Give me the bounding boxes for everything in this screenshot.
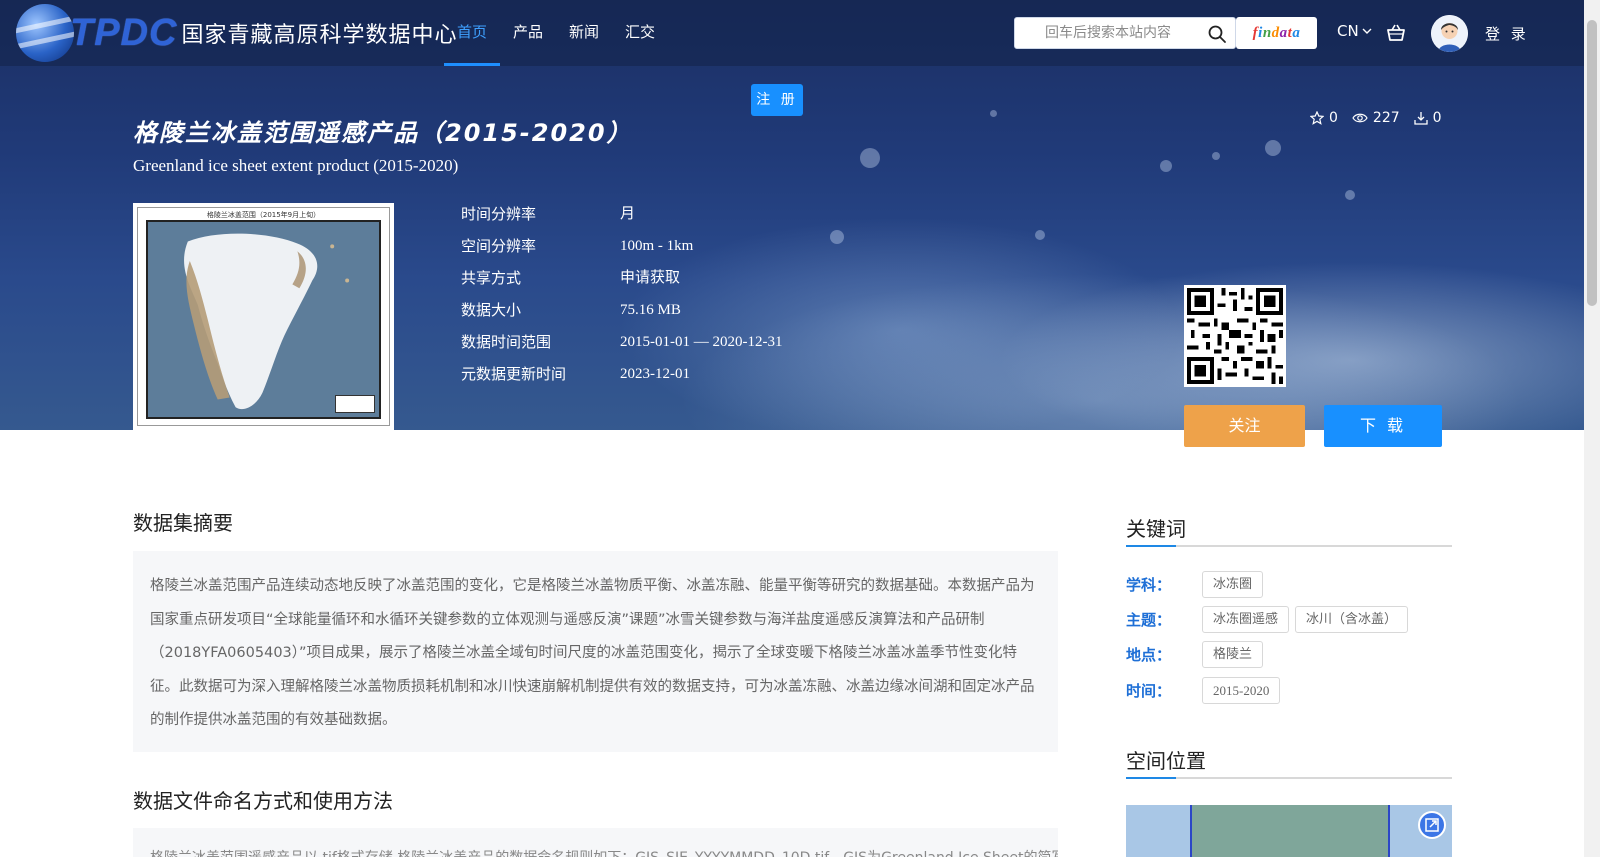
keyword-group-time: 时间： 2015-2020 [1126,677,1286,704]
meta-row: 数据大小 75.16 MB [461,299,782,331]
meta-value: 75.16 MB [620,302,681,318]
keyword-group-label: 时间： [1126,682,1172,700]
abstract-heading: 数据集摘要 [133,511,233,535]
language-label: CN [1337,22,1359,40]
chevron-down-icon [1362,28,1372,34]
qr-code-icon [1187,288,1283,384]
greenland-map-image [146,220,381,419]
logo-site-name: 国家青藏高原科学数据中心 [181,23,458,48]
meta-row: 数据时间范围 2015-01-01 — 2020-12-31 [461,331,782,363]
download-button[interactable]: 下 载 [1324,405,1442,447]
meta-label: 空间分辨率 [461,237,537,255]
keyword-group-place: 地点： 格陵兰 [1126,641,1269,668]
dataset-title-en: Greenland ice sheet extent product (2015… [133,156,459,175]
main-nav: 首页 产品 新闻 汇交 [444,0,668,66]
dataset-title-cn: 格陵兰冰盖范围遥感产品（2015-2020） [133,119,633,147]
meta-value: 申请获取 [620,270,681,286]
globe-logo-icon [16,4,74,62]
nav-item-products[interactable]: 产品 [500,0,556,66]
keyword-tag[interactable]: 冰冻圈 [1202,571,1264,598]
view-count-value: 227 [1372,110,1400,126]
keyword-group-label: 主题： [1126,611,1172,629]
meta-row: 时间分辨率 月 [461,203,782,235]
findata-button[interactable]: findata findata [1236,17,1317,49]
keywords-heading: 关键词 [1126,517,1186,541]
dataset-stats: 0 227 0 [1310,110,1442,126]
keyword-tag[interactable]: 冰冻圈遥感 [1202,606,1290,633]
meta-value: 月 [620,206,636,222]
user-avatar[interactable] [1431,15,1468,52]
spatial-location-map[interactable] [1126,805,1452,857]
meta-value: 2023-12-01 [620,366,690,382]
nav-item-home[interactable]: 首页 [444,0,501,66]
dataset-metadata: 时间分辨率 月 空间分辨率 100m - 1km 共享方式 申请获取 数据大小 … [461,203,782,395]
meta-value: 100m - 1km [620,238,694,254]
star-icon [1310,111,1324,125]
logo-text: TPDC [70,11,178,54]
keywords-divider [1126,545,1452,547]
map-legend [335,395,375,413]
dataset-thumbnail[interactable]: 格陵兰冰盖范围（2015年9月上旬） [133,203,394,430]
keyword-group-label: 学科： [1126,576,1172,594]
meta-label: 数据时间范围 [461,333,552,351]
avatar-icon [1431,15,1468,52]
star-count[interactable]: 0 [1310,110,1338,126]
meta-label: 元数据更新时间 [461,365,567,383]
scrollbar-thumb[interactable] [1587,20,1597,306]
search-input[interactable] [1015,18,1205,48]
star-count-value: 0 [1329,110,1338,126]
location-divider [1126,777,1452,779]
site-logo[interactable]: TPDC 国家青藏高原科学数据中心 [16,4,457,62]
keyword-group-label: 地点： [1126,646,1172,664]
search-icon[interactable] [1207,24,1227,44]
keyword-tag[interactable]: 2015-2020 [1202,677,1281,704]
meta-row: 空间分辨率 100m - 1km [461,235,782,267]
nav-item-news[interactable]: 新闻 [556,0,612,66]
meta-row: 共享方式 申请获取 [461,267,782,299]
register-button[interactable]: 注 册 [751,84,803,116]
language-switcher[interactable]: CN [1337,22,1373,40]
follow-button[interactable]: 关注 [1184,405,1305,447]
abstract-text: 格陵兰冰盖范围产品连续动态地反映了冰盖范围的变化，它是格陵兰冰盖物质平衡、冰盖冻… [133,551,1058,752]
meta-label: 共享方式 [461,269,522,287]
map-extent [1190,805,1390,857]
naming-heading: 数据文件命名方式和使用方法 [133,789,393,813]
download-icon [1414,112,1428,125]
qr-code [1184,285,1286,387]
naming-text: 格陵兰冰盖范围遥感产品以.tif格式存储,格陵兰冰盖产品的数据命名规则如下：GI… [133,828,1058,857]
keyword-tag[interactable]: 格陵兰 [1202,641,1264,668]
keyword-tag[interactable]: 冰川（含冰盖） [1295,606,1409,633]
login-link[interactable]: 登 录 [1485,23,1529,44]
location-heading: 空间位置 [1126,749,1206,773]
page-scrollbar[interactable] [1584,0,1600,857]
download-count: 0 [1414,110,1442,126]
view-count: 227 [1352,110,1400,126]
meta-value: 2015-01-01 — 2020-12-31 [620,334,783,350]
meta-label: 时间分辨率 [461,205,537,223]
thumbnail-caption: 格陵兰冰盖范围（2015年9月上旬） [206,211,321,219]
greenland-shape [148,222,379,417]
nav-item-submit[interactable]: 汇交 [612,0,668,66]
expand-map-icon[interactable] [1418,811,1446,839]
download-count-value: 0 [1432,110,1442,126]
meta-row: 元数据更新时间 2023-12-01 [461,363,782,395]
meta-label: 数据大小 [461,301,522,319]
cart-icon[interactable] [1385,22,1407,44]
eye-icon [1352,113,1368,123]
top-navbar: TPDC 国家青藏高原科学数据中心 首页 产品 新闻 汇交 findata fi… [0,0,1584,66]
keyword-group-discipline: 学科： 冰冻圈 [1126,571,1269,598]
search-box [1014,17,1236,49]
keyword-group-theme: 主题： 冰冻圈遥感 冰川（含冰盖） [1126,606,1414,633]
